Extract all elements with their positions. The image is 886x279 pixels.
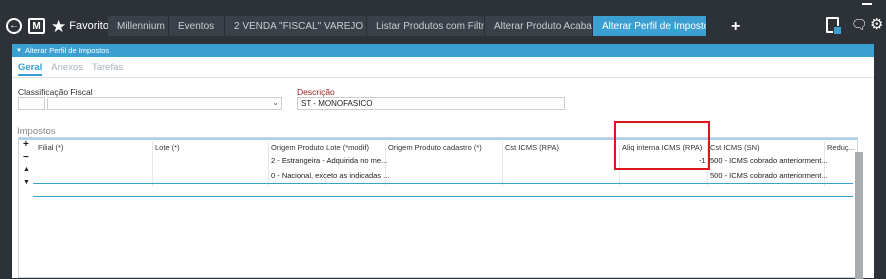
impostos-grid: + − ▲ ▼ Filial (*) Lote (*) Origem Produ…: [18, 137, 863, 279]
tab-anexos[interactable]: Anexos: [51, 62, 83, 76]
classificacao-fiscal-select[interactable]: ⌄: [47, 97, 282, 110]
header-origem-cadastro[interactable]: Origem Produto cadastro (*): [388, 143, 482, 152]
move-down-button[interactable]: ▼: [23, 179, 30, 186]
tab-bar: Millennium Eventos 2 VENDA "FISCAL" VAREJO…: [108, 16, 707, 36]
top-bar: ← M ★ Favoritos ▾ MillenniumEventos2 VEN…: [0, 0, 886, 40]
header-origem-lote[interactable]: Origem Produto Lote (*modif): [271, 143, 369, 152]
header-lote[interactable]: Lote (*): [155, 143, 180, 152]
minimize-icon[interactable]: [862, 2, 872, 5]
row-2-origem-lote[interactable]: 0 - Nacional, exceto as indicadas ...: [271, 171, 389, 180]
classificacao-fiscal-label: Classificação Fiscal: [18, 87, 93, 97]
tab-4[interactable]: Alterar Produto Acabado: [485, 16, 593, 36]
tab-0[interactable]: Millennium: [108, 16, 169, 36]
descricao-label: Descrição: [297, 87, 335, 97]
move-up-button[interactable]: ▲: [23, 166, 30, 173]
column-divider: [502, 142, 503, 186]
descricao-input[interactable]: ST - MONOFASICO: [297, 97, 565, 110]
remove-row-button[interactable]: −: [23, 152, 29, 163]
divider: [12, 77, 874, 78]
chevron-down-icon: ⌄: [272, 98, 279, 107]
header-cst-icms-sn[interactable]: Cst ICMS (SN): [710, 143, 760, 152]
tab-5[interactable]: Alterar Perfil de Impostos: [593, 16, 707, 36]
header-filial[interactable]: Filial (*): [38, 143, 63, 152]
subtab-bar: Geral Anexos Tarefas: [18, 62, 132, 76]
window-title: Alterar Perfil de Impostos: [24, 46, 110, 55]
tab-geral[interactable]: Geral: [18, 62, 43, 76]
window-title-bar[interactable]: ▼ Alterar Perfil de Impostos: [12, 44, 874, 57]
classificacao-code-input[interactable]: [18, 97, 45, 110]
tab-2[interactable]: 2 VENDA "FISCAL" VAREJO CUPOM: [225, 16, 367, 36]
row-separator: [33, 183, 853, 184]
millennium-logo-icon[interactable]: M: [28, 18, 45, 34]
grid-top-border: [19, 138, 857, 140]
row-1-origem-lote[interactable]: 2 - Estrangeira - Adquirida no me...: [271, 156, 387, 165]
highlight-annotation: [614, 121, 710, 170]
row-1-cst-sn[interactable]: 500 - ICMS cobrado anteriorment...: [710, 156, 828, 165]
chat-icon[interactable]: 🗨: [851, 17, 868, 33]
gear-icon[interactable]: ⚙: [870, 15, 883, 33]
header-cst-icms-rpa[interactable]: Cst ICMS (RPA): [505, 143, 559, 152]
tab-1[interactable]: Eventos: [169, 16, 225, 36]
star-icon: ★: [51, 16, 67, 36]
back-icon[interactable]: ←: [6, 18, 22, 34]
alterar-perfil-window: ▼ Alterar Perfil de Impostos Geral Anexo…: [12, 44, 874, 279]
add-tab-button[interactable]: +: [731, 19, 740, 35]
vertical-scrollbar[interactable]: [855, 152, 863, 279]
tab-3[interactable]: Listar Produtos com Filtro: [367, 16, 485, 36]
row-2-cst-sn[interactable]: 500 - ICMS cobrado anteriorment...: [710, 171, 828, 180]
add-row-button[interactable]: +: [23, 139, 29, 150]
clipboard-icon[interactable]: [826, 17, 842, 35]
row-separator: [33, 196, 853, 197]
collapse-icon[interactable]: ▼: [16, 48, 22, 54]
column-divider: [268, 142, 269, 186]
tab-tarefas[interactable]: Tarefas: [92, 62, 123, 76]
header-reducao[interactable]: Reduç...: [827, 143, 855, 152]
impostos-section-title: Impostos: [17, 126, 56, 137]
column-divider: [152, 142, 153, 186]
